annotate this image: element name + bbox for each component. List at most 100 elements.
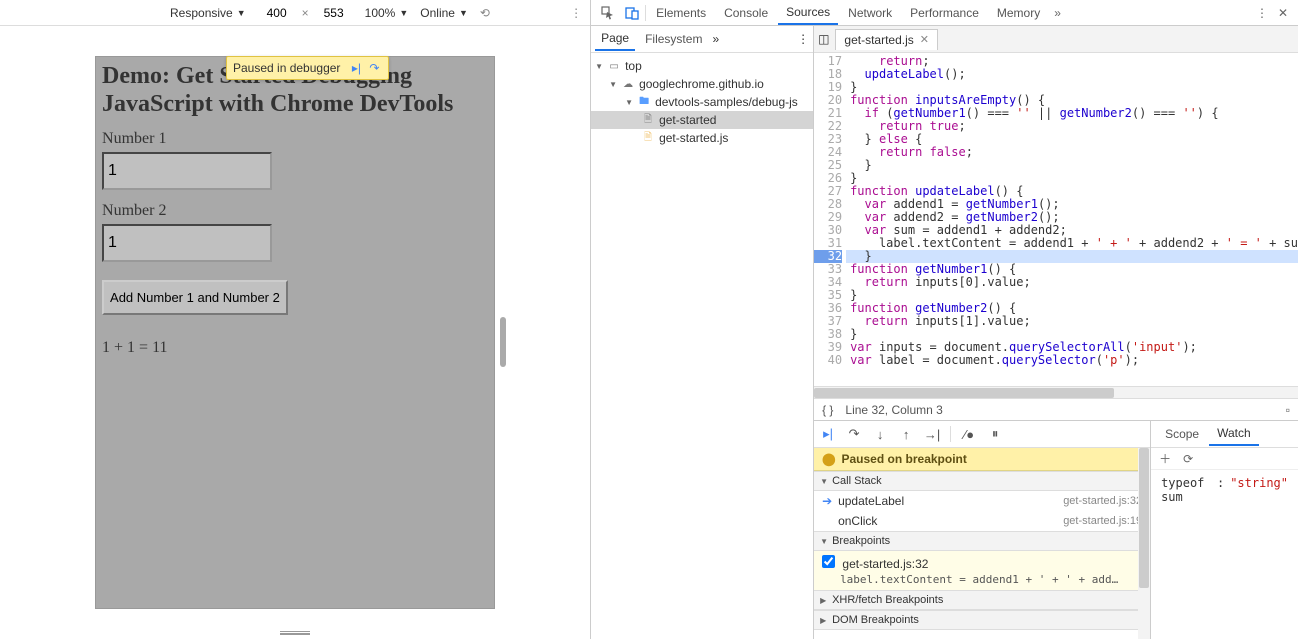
watch-tabs: Scope Watch [1151,421,1298,448]
tab-watch[interactable]: Watch [1209,422,1259,446]
throttle-select[interactable]: Online▼ [420,6,468,20]
device-dimensions: × [258,6,353,20]
breakpoints-header[interactable]: ▼Breakpoints [814,531,1150,551]
warning-icon: ⬤ [822,452,835,466]
tree-folder[interactable]: ▼ 🖿 devtools-samples/debug-js [591,93,813,111]
debugger-toolbar: ▸| ↷ ↓ ↑ →| ⁄● ⏸ [814,421,1150,448]
inspect-element-icon[interactable] [597,4,619,22]
device-emulation-pane: Responsive▼ × 100%▼ Online▼ ⟲ ⋮ Paused i… [0,0,591,639]
editor-tabs: ◫ get-started.js ✕ [814,26,1298,53]
file-icon: 🗎 [641,113,655,127]
watch-expressions: typeof sum: "string" [1151,470,1298,639]
breakpoint-item[interactable]: get-started.js:32 [814,551,1150,573]
toggle-device-icon[interactable] [621,4,643,22]
current-frame-icon: ➔ [822,494,832,508]
editor-horizontal-scrollbar[interactable] [814,386,1298,398]
viewport-resize-handle-right[interactable] [500,317,506,367]
devtools-settings-icon[interactable]: ⋮ [1252,4,1272,22]
debugger-vertical-scrollbar[interactable] [1138,448,1150,639]
step-out-icon[interactable]: ↑ [898,426,914,442]
number1-input[interactable] [102,152,272,190]
device-frame: Demo: Get Started Debugging JavaScript w… [95,56,495,609]
xhr-breakpoints-header[interactable]: ▶XHR/fetch Breakpoints [814,590,1150,610]
window-icon: ▭ [607,59,621,73]
navigator-tab-page[interactable]: Page [595,27,635,51]
devtools-pane: Elements Console Sources Network Perform… [591,0,1298,639]
tab-elements[interactable]: Elements [648,2,714,24]
step-into-icon[interactable]: ↓ [872,426,888,442]
pause-on-exceptions-icon[interactable]: ⏸ [987,426,1003,442]
coverage-icon[interactable]: ▫ [1286,403,1290,417]
paused-in-debugger-overlay: Paused in debugger ▸| ↷ [226,56,389,80]
watch-entry[interactable]: typeof sum: "string" [1161,476,1288,504]
js-file-icon: 🗎 [641,131,655,145]
breakpoint-checkbox[interactable] [822,555,835,568]
navigator-tabs: Page Filesystem » ⋮ [591,26,813,53]
tab-scope[interactable]: Scope [1157,423,1207,445]
pause-banner: ⬤ Paused on breakpoint [814,448,1150,471]
caret-down-icon: ▼ [595,62,603,71]
tree-top[interactable]: ▼ ▭ top [591,57,813,75]
rotate-icon[interactable]: ⟲ [480,6,490,20]
overlay-step-icon[interactable]: ↷ [366,60,382,76]
chevron-down-icon: ▼ [399,8,408,18]
step-icon[interactable]: →| [924,426,940,442]
caret-down-icon: ▼ [609,80,617,89]
number1-label: Number 1 [102,130,488,148]
close-tab-icon[interactable]: ✕ [920,33,929,46]
caret-down-icon: ▼ [625,98,633,107]
callstack-frame[interactable]: ➔ updateLabel get-started.js:32 [814,491,1150,511]
resume-icon[interactable]: ▸| [820,426,836,442]
tab-memory[interactable]: Memory [989,2,1048,24]
device-height-input[interactable] [315,6,353,20]
navigator-more-icon[interactable]: ⋮ [797,32,809,46]
debugger-bottom-panes: ▸| ↷ ↓ ↑ →| ⁄● ⏸ ⬤ Paused on breakpoint [814,420,1298,639]
watch-toolbar: ＋ ⟳ [1151,448,1298,470]
folder-icon: 🖿 [637,95,651,109]
tree-domain[interactable]: ▼ ☁ googlechrome.github.io [591,75,813,93]
more-options-icon[interactable]: ⋮ [570,6,582,20]
editor-nav-icon[interactable]: ◫ [818,32,829,46]
callstack-header[interactable]: ▼Call Stack [814,471,1150,491]
emulated-viewport: Demo: Get Started Debugging JavaScript w… [0,26,590,639]
tab-performance[interactable]: Performance [902,2,987,24]
step-over-icon[interactable]: ↷ [846,426,862,442]
code-lines: return; updateLabel();}function inputsAr… [846,53,1298,386]
result-text: 1 + 1 = 11 [102,339,488,357]
number2-label: Number 2 [102,202,488,220]
deactivate-breakpoints-icon[interactable]: ⁄● [961,426,977,442]
paused-label: Paused in debugger [233,61,340,75]
number2-input[interactable] [102,224,272,262]
devtools-main-tabs: Elements Console Sources Network Perform… [591,0,1298,26]
sources-editor-area: ◫ get-started.js ✕ 171819202122232425262… [814,26,1298,639]
chevron-down-icon: ▼ [459,8,468,18]
navigator-tab-filesystem[interactable]: Filesystem [639,28,708,50]
editor-tab-active[interactable]: get-started.js ✕ [835,29,938,50]
chevron-down-icon: ▼ [237,8,246,18]
dom-breakpoints-header[interactable]: ▶DOM Breakpoints [814,610,1150,630]
pretty-print-icon[interactable]: { } [822,403,833,417]
tabs-overflow-icon[interactable]: » [1050,4,1065,22]
device-mode-select[interactable]: Responsive▼ [170,6,246,20]
sources-navigator: Page Filesystem » ⋮ ▼ ▭ top ▼ ☁ googlech… [591,26,814,639]
navigator-overflow-icon[interactable]: » [712,32,719,46]
add-watch-icon[interactable]: ＋ [1159,450,1171,467]
tab-network[interactable]: Network [840,2,900,24]
file-tree: ▼ ▭ top ▼ ☁ googlechrome.github.io ▼ 🖿 d… [591,53,813,639]
viewport-resize-handle-bottom[interactable] [280,631,310,635]
overlay-resume-icon[interactable]: ▸| [348,60,364,76]
device-width-input[interactable] [258,6,296,20]
zoom-select[interactable]: 100%▼ [365,6,409,20]
callstack-frame[interactable]: onClick get-started.js:19 [814,511,1150,531]
code-editor[interactable]: 1718192021222324252627282930313233343536… [814,53,1298,386]
tree-file-js[interactable]: 🗎 get-started.js [591,129,813,147]
breakpoint-code-preview: label.textContent = addend1 + ' + ' + ad… [814,573,1150,590]
tree-file-html[interactable]: 🗎 get-started [591,111,813,129]
tab-console[interactable]: Console [716,2,776,24]
tab-sources[interactable]: Sources [778,1,838,25]
device-toolbar: Responsive▼ × 100%▼ Online▼ ⟲ ⋮ [0,0,590,26]
refresh-watch-icon[interactable]: ⟳ [1183,452,1193,466]
debugger-pane: ▸| ↷ ↓ ↑ →| ⁄● ⏸ ⬤ Paused on breakpoint [814,421,1151,639]
devtools-close-icon[interactable]: ✕ [1274,4,1292,22]
add-button[interactable]: Add Number 1 and Number 2 [102,280,288,315]
